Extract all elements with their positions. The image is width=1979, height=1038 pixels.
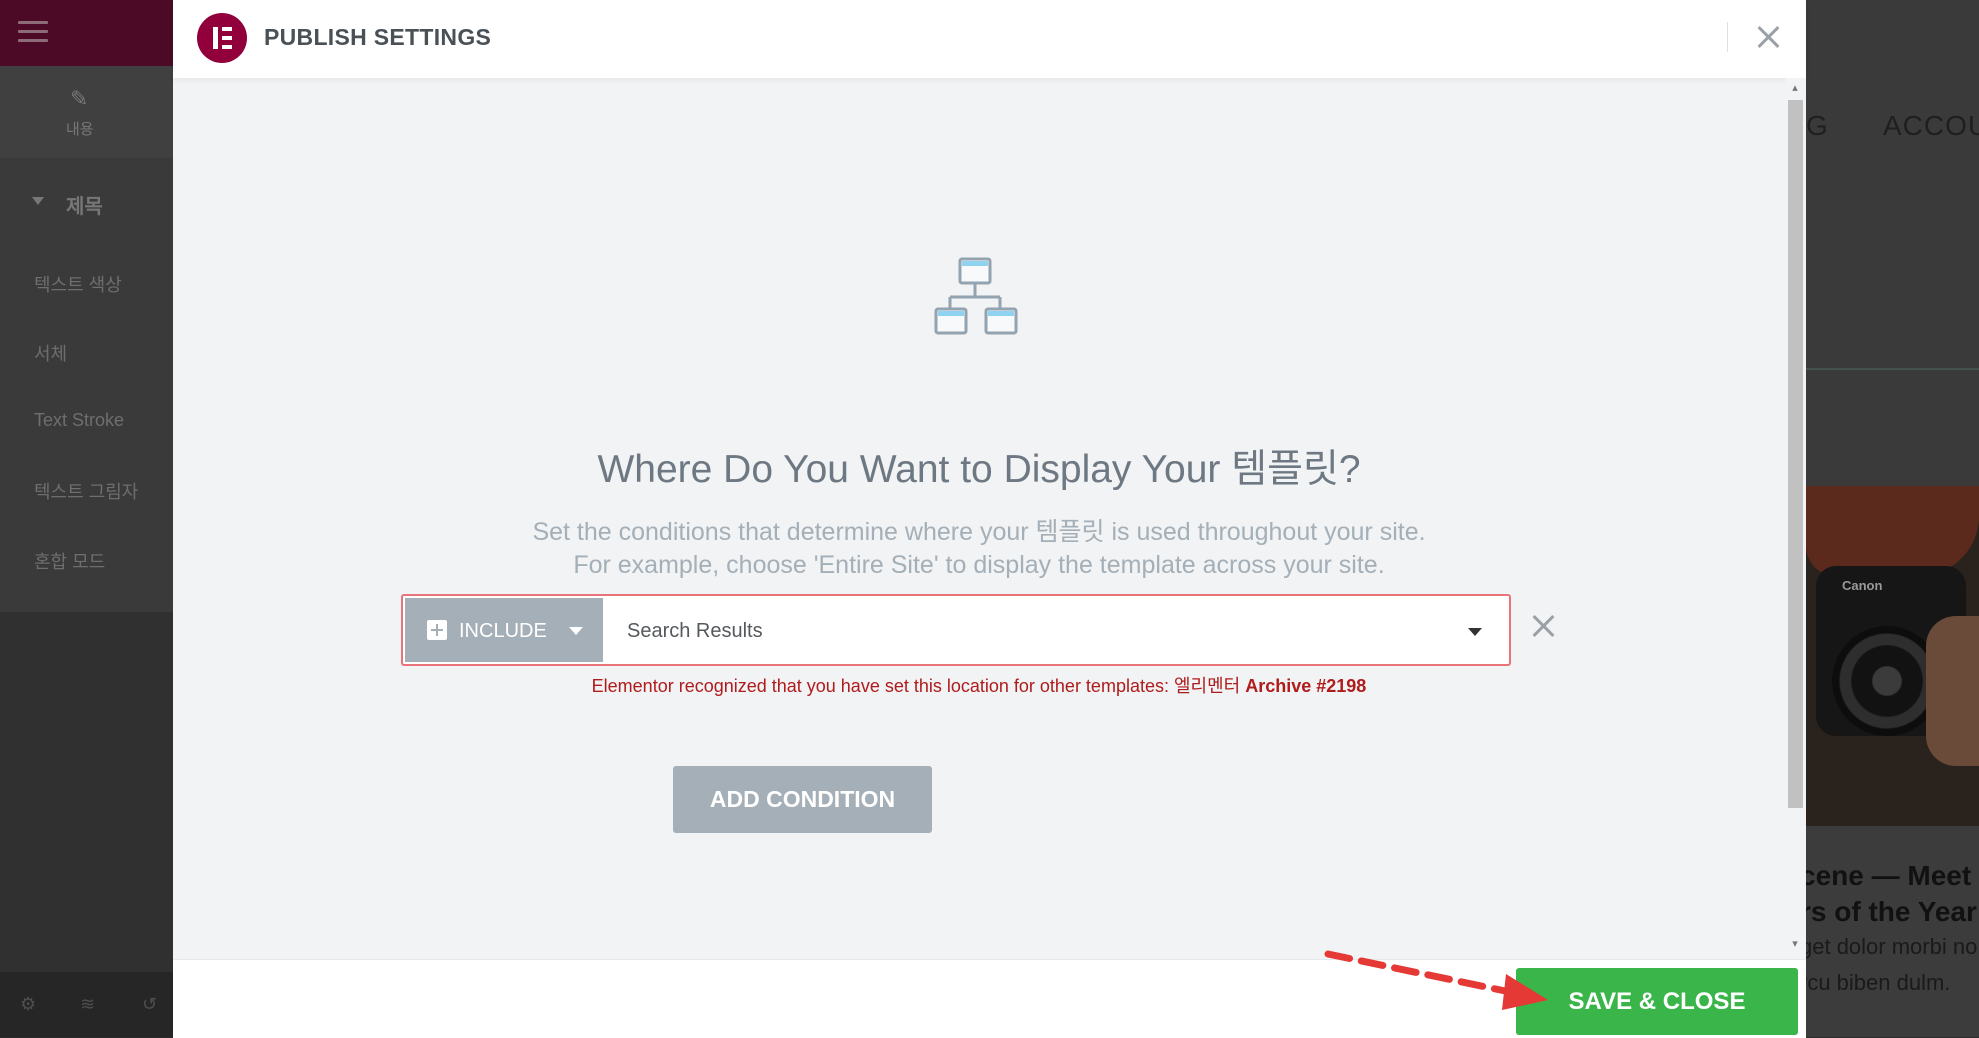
menu-icon[interactable] [18,21,48,43]
conditions-headline: Where Do You Want to Display Your 템플릿? [597,448,1361,491]
condition-type-select[interactable]: INCLUDE [405,598,603,662]
scroll-down-icon[interactable]: ▾ [1789,938,1801,950]
panel-lower-area [0,612,173,972]
modal-header: PUBLISH SETTINGS [173,0,1806,78]
conflict-warning: Elementor recognized that you have set t… [173,672,1785,698]
condition-row: INCLUDE Search Results [401,594,1681,666]
conditions-description: Set the conditions that determine where … [532,518,1426,546]
condition-value: Search Results [627,620,763,642]
warning-template-name: 엘리멘터 [1173,676,1246,696]
settings-icon[interactable]: ⚙ [20,994,40,1014]
control-typography[interactable]: 서체 [34,340,67,366]
layers-icon[interactable]: ≋ [80,994,100,1014]
plus-icon [427,620,447,640]
preview-headline: rs of the Year [1800,896,1977,927]
control-blend-mode[interactable]: 혼합 모드 [34,548,105,574]
preview-photo: Canon [1806,486,1979,826]
condition-type-label: INCLUDE [459,620,547,642]
conflicting-template-link[interactable]: Archive #2198 [1245,676,1366,696]
editor-side-panel: ✎ 내용 제목 텍스트 색상 서체 Text Stroke 텍스트 그림자 혼합… [0,0,173,1037]
close-icon[interactable] [1751,21,1785,55]
preview-body-text: get dolor morbi no [1800,934,1978,959]
modal-content: Where Do You Want to Display Your 템플릿? S… [173,78,1785,959]
pencil-icon: ✎ [70,86,89,111]
elementor-logo-icon [197,13,247,63]
chevron-down-icon [1468,628,1482,636]
save-and-close-button[interactable]: SAVE & CLOSE [1516,968,1798,1035]
panel-tabs: ✎ 내용 [0,66,173,159]
nav-item-partial: G [1806,110,1829,141]
panel-section [0,158,173,612]
nav-item-account: ACCOU [1883,110,1979,141]
modal-footer: SAVE & CLOSE [173,959,1806,1038]
control-text-stroke[interactable]: Text Stroke [34,410,124,431]
modal-title: PUBLISH SETTINGS [264,24,492,50]
add-condition-button[interactable]: ADD CONDITION [673,766,932,833]
content-scrollbar[interactable]: ▴ ▾ [1785,78,1806,959]
history-icon[interactable]: ↺ [142,994,162,1014]
panel-header [0,0,173,66]
remove-condition-icon[interactable] [1529,612,1559,642]
camera-brand: Canon [1842,578,1883,593]
publish-settings-modal: PUBLISH SETTINGS Where Do You Want to Di… [173,0,1806,1038]
control-text-color[interactable]: 텍스트 색상 [34,271,122,297]
header-divider [1727,22,1728,52]
preview-text-area [1806,826,1979,1037]
sitemap-icon [934,257,1018,335]
condition-value-select[interactable]: Search Results [603,598,1507,662]
control-text-shadow[interactable]: 텍스트 그림자 [34,478,138,504]
tab-content[interactable]: 내용 [66,118,94,139]
chevron-down-icon [569,627,583,635]
preview-body-text: rcu biben dulm. [1800,970,1951,995]
warning-text: Elementor recognized that you have set t… [591,676,1174,696]
scroll-up-icon[interactable]: ▴ [1789,82,1801,94]
preview-headline: cene — Meet [1800,860,1972,891]
scrollbar-thumb[interactable] [1788,100,1803,808]
preview-divider [1806,368,1979,370]
section-title[interactable]: 제목 [32,190,103,219]
condition-box: INCLUDE Search Results [401,594,1511,666]
conditions-description: For example, choose 'Entire Site' to dis… [573,551,1385,579]
